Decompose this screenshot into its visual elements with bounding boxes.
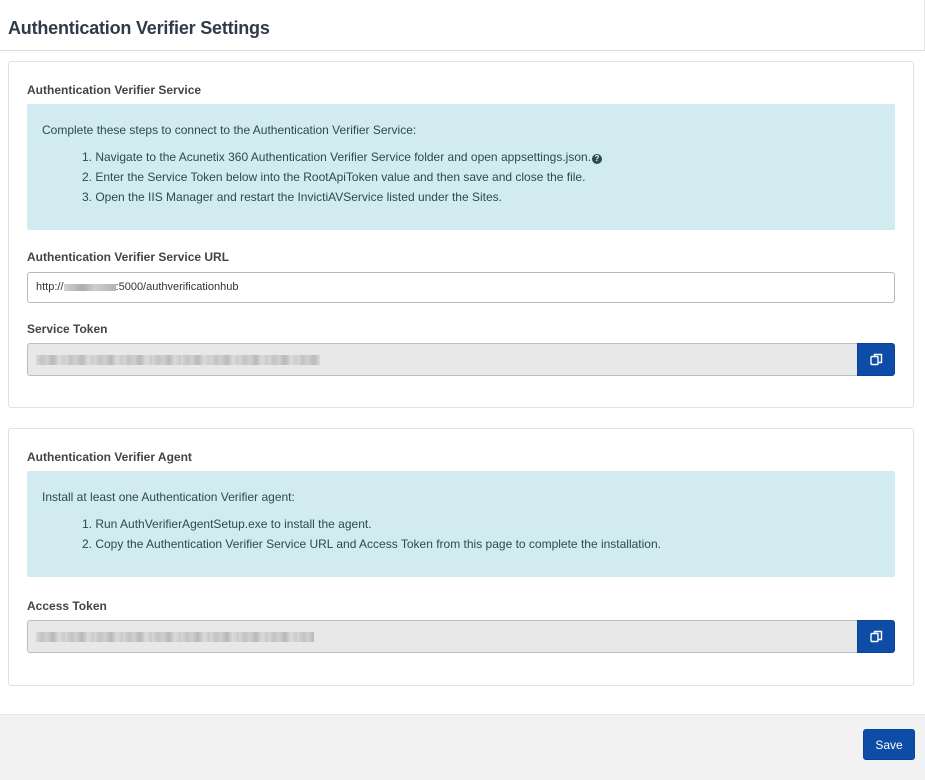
settings-page: Authentication Verifier Settings Authent… <box>0 0 925 780</box>
service-url-suffix: :5000/authverificationhub <box>115 281 239 293</box>
redacted-access-token <box>36 632 314 642</box>
service-card-title: Authentication Verifier Service <box>27 83 202 97</box>
service-step-1-text: 1. Navigate to the Acunetix 360 Authenti… <box>82 150 591 164</box>
service-card: Authentication Verifier Service Complete… <box>8 61 914 408</box>
copy-icon <box>869 630 882 643</box>
service-token-label: Service Token <box>27 322 108 336</box>
save-button[interactable]: Save <box>863 729 915 760</box>
agent-card: Authentication Verifier Agent Install at… <box>8 428 914 686</box>
service-step-3: 3. Open the IIS Manager and restart the … <box>82 190 502 204</box>
service-url-label: Authentication Verifier Service URL <box>27 250 230 264</box>
service-info-intro: Complete these steps to connect to the A… <box>42 123 417 137</box>
service-info-box: Complete these steps to connect to the A… <box>27 104 895 230</box>
service-step-1: 1. Navigate to the Acunetix 360 Authenti… <box>82 147 602 167</box>
footer-bar: Save <box>0 714 925 780</box>
agent-info-intro: Install at least one Authentication Veri… <box>42 490 295 504</box>
service-token-group <box>27 343 895 376</box>
service-token-field[interactable] <box>27 343 857 376</box>
agent-step-2: 2. Copy the Authentication Verifier Serv… <box>82 537 661 551</box>
copy-service-token-button[interactable] <box>857 343 895 376</box>
service-steps-list: 1. Navigate to the Acunetix 360 Authenti… <box>82 147 602 207</box>
page-header: Authentication Verifier Settings <box>0 0 925 51</box>
service-url-prefix: http:// <box>36 281 64 293</box>
redacted-service-token <box>36 355 320 365</box>
copy-access-token-button[interactable] <box>857 620 895 653</box>
agent-card-title: Authentication Verifier Agent <box>27 450 192 464</box>
agent-steps-list: 1. Run AuthVerifierAgentSetup.exe to ins… <box>82 514 661 554</box>
access-token-label: Access Token <box>27 599 107 613</box>
access-token-group <box>27 620 895 653</box>
copy-icon <box>869 353 882 366</box>
access-token-field[interactable] <box>27 620 857 653</box>
service-step-2: 2. Enter the Service Token below into th… <box>82 170 586 184</box>
agent-info-box: Install at least one Authentication Veri… <box>27 471 895 577</box>
page-title: Authentication Verifier Settings <box>8 18 270 38</box>
service-url-input[interactable]: http:// :5000/authverificationhub <box>27 272 895 303</box>
redacted-host <box>63 283 116 291</box>
question-circle-icon[interactable]: ? <box>592 154 602 164</box>
agent-step-1: 1. Run AuthVerifierAgentSetup.exe to ins… <box>82 517 372 531</box>
